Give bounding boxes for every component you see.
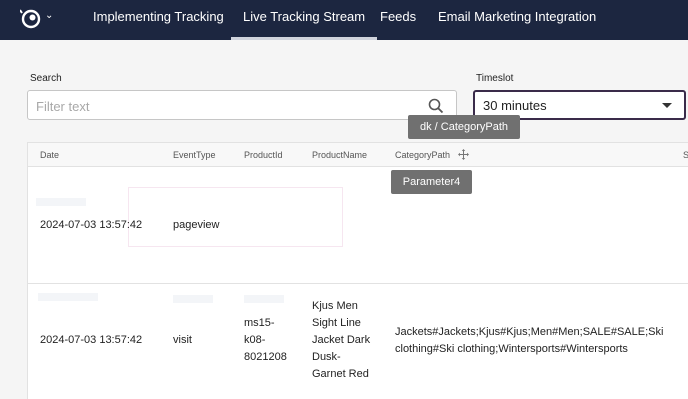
search-icon[interactable]: [428, 98, 444, 114]
cell-date: 2024-07-03 13:57:42: [40, 219, 143, 231]
cell-line: Sight Line: [312, 317, 361, 329]
cell-line: Jacket Dark: [312, 334, 371, 346]
tab-implementing-tracking[interactable]: Implementing Tracking: [93, 0, 224, 40]
column-header-s[interactable]: S: [683, 150, 688, 160]
move-icon[interactable]: [458, 149, 469, 160]
table-header: Date EventType ProductId ProductName Cat…: [28, 143, 688, 167]
drag-ghost: [36, 198, 86, 206]
timeslot-label: Timeslot: [476, 73, 514, 84]
cell-date: 2024-07-03 13:57:42: [40, 334, 143, 346]
cell-productname: Kjus Men Sight Line Jacket Dark Dusk- Ga…: [312, 298, 370, 383]
tab-email-marketing-integration[interactable]: Email Marketing Integration: [438, 0, 596, 40]
search-field[interactable]: [27, 90, 457, 120]
cell-eventtype: pageview: [173, 219, 220, 231]
cell-line: clothing#Ski clothing;Wintersports#Winte…: [395, 343, 628, 355]
cell-line: k08-: [244, 334, 266, 346]
drag-ghost: [173, 295, 213, 303]
cell-productid: ms15- k08- 8021208: [244, 315, 287, 366]
cell-line: Jackets#Jackets;Kjus#Kjus;Men#Men;SALE#S…: [395, 326, 664, 338]
column-tooltip-categorypath: dk / CategoryPath: [408, 115, 520, 139]
cell-line: Dusk-: [312, 351, 341, 363]
drag-ghost: [38, 293, 98, 301]
search-input[interactable]: [36, 96, 416, 116]
tab-feeds[interactable]: Feeds: [380, 0, 416, 40]
row-divider: [28, 283, 688, 284]
cell-line: Garnet Red: [312, 368, 369, 380]
tracking-table: Date EventType ProductId ProductName Cat…: [27, 142, 688, 399]
timeslot-value: 30 minutes: [483, 98, 547, 113]
search-label: Search: [30, 73, 62, 84]
drag-ghost: [244, 295, 284, 303]
drag-tooltip-parameter4: Parameter4: [391, 170, 472, 194]
chevron-down-icon[interactable]: ⌄: [45, 10, 53, 21]
cell-categorypath: Jackets#Jackets;Kjus#Kjus;Men#Men;SALE#S…: [395, 324, 663, 358]
column-header-productname[interactable]: ProductName: [312, 150, 367, 160]
column-header-categorypath[interactable]: CategoryPath: [395, 150, 450, 160]
dropdown-caret-icon[interactable]: [662, 103, 672, 108]
column-header-eventtype[interactable]: EventType: [173, 150, 216, 160]
eye-logo-icon[interactable]: [20, 9, 42, 29]
drag-ghost-outline: [128, 187, 343, 247]
top-nav-bar: ⌄ Implementing Tracking Live Tracking St…: [0, 0, 688, 40]
cell-line: 8021208: [244, 351, 287, 363]
cell-line: ms15-: [244, 317, 275, 329]
column-header-productid[interactable]: ProductId: [244, 150, 283, 160]
column-header-date[interactable]: Date: [40, 150, 59, 160]
cell-eventtype: visit: [173, 334, 192, 346]
tab-live-tracking-stream[interactable]: Live Tracking Stream: [230, 0, 378, 40]
cell-line: Kjus Men: [312, 300, 358, 312]
